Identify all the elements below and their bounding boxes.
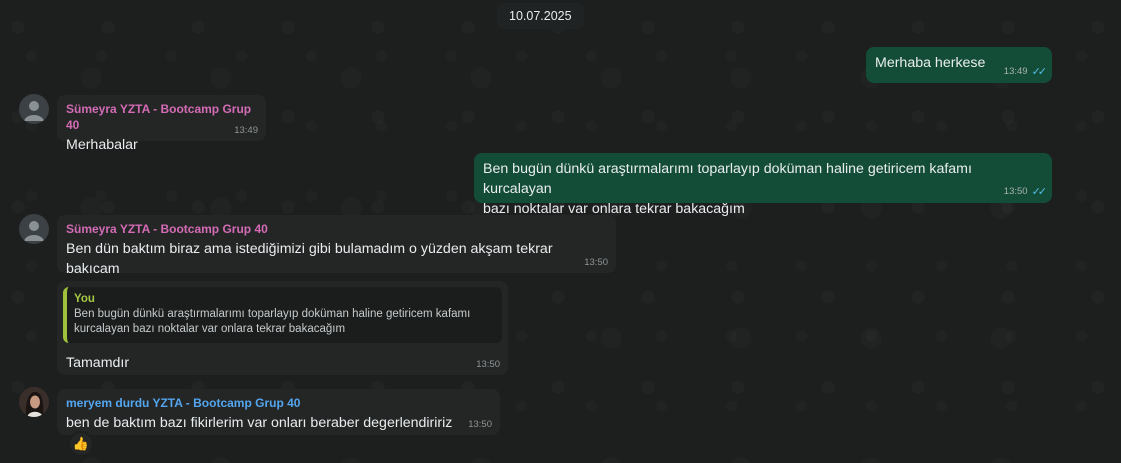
quote-text-line: kurcalayan bazı noktalar var onlara tekr… (74, 323, 346, 335)
message-bubble-reply[interactable]: You Ben bugün dünkü araştırmalarımı topa… (57, 281, 508, 375)
message-time: 13:50 (584, 257, 608, 268)
default-avatar-icon (24, 101, 44, 121)
message-meta: 13:50 ✓✓ (1003, 185, 1048, 198)
message-text: Ben dün baktım biraz ama istediğimizi gi… (66, 241, 553, 277)
avatar[interactable] (19, 94, 49, 124)
message-bubble-incoming[interactable]: meryem durdu YZTA - Bootcamp Grup 40 ben… (57, 389, 500, 435)
date-separator: 10.07.2025 (497, 3, 584, 29)
message-bubble-outgoing[interactable]: Merhaba herkese 13:49 ✓✓ (866, 47, 1052, 83)
message-bubble-outgoing[interactable]: Ben bugün dünkü araştırmalarımı toparlay… (474, 153, 1052, 217)
user-photo-icon (19, 387, 49, 417)
message-meta: 13:49 ✓✓ (1003, 65, 1048, 78)
reaction-thumbs-up-icon[interactable]: 👍 (68, 431, 94, 457)
quote-author: You (74, 293, 95, 305)
sender-name[interactable]: meryem durdu YZTA - Bootcamp Grup 40 (66, 395, 491, 411)
read-receipt-icon: ✓✓ (1031, 66, 1048, 78)
message-meta: 13:50 (476, 359, 500, 370)
message-time: 13:50 (476, 359, 500, 370)
message-text: ben de baktım bazı fikirlerim var onları… (66, 415, 453, 431)
quote-text-line: Ben bugün dünkü araştırmalarımı toparlay… (74, 308, 471, 320)
sender-name[interactable]: Sümeyra YZTA - Bootcamp Grup 40 (66, 101, 257, 133)
message-text-line: Ben bugün dünkü araştırmalarımı toparlay… (483, 161, 972, 197)
message-meta: 13:50 (468, 419, 492, 430)
message-time: 13:49 (234, 125, 258, 136)
avatar[interactable] (19, 214, 49, 244)
default-avatar-icon (24, 221, 44, 241)
message-text: Tamamdır (66, 355, 130, 371)
message-text: Merhabalar (66, 137, 138, 153)
quoted-message[interactable]: You Ben bugün dünkü araştırmalarımı topa… (63, 287, 502, 343)
message-meta: 13:50 (584, 257, 608, 268)
message-bubble-incoming[interactable]: Sümeyra YZTA - Bootcamp Grup 40 Merhabal… (57, 95, 266, 153)
avatar[interactable] (19, 387, 49, 417)
message-time: 13:49 (1003, 66, 1028, 77)
message-time: 13:50 (468, 419, 492, 430)
message-time: 13:50 (1003, 186, 1028, 197)
message-bubble-incoming[interactable]: Sümeyra YZTA - Bootcamp Grup 40 Ben dün … (57, 215, 616, 277)
read-receipt-icon: ✓✓ (1031, 186, 1048, 198)
sender-name[interactable]: Sümeyra YZTA - Bootcamp Grup 40 (66, 221, 607, 237)
message-text: Merhaba herkese (875, 55, 986, 71)
message-meta: 13:49 (234, 125, 258, 136)
